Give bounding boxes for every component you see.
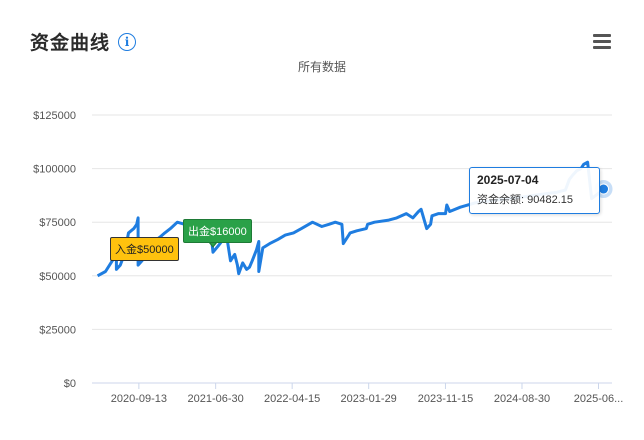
x-tick-label: 2020-09-13 bbox=[111, 393, 167, 405]
tooltip-balance-value: 90482.15 bbox=[527, 194, 574, 206]
equity-curve-chart: $0 $25000 $50000 $75000 $100000 $125000 2020-0… bbox=[33, 110, 624, 405]
y-tick-label: $125000 bbox=[33, 110, 76, 122]
withdraw-flag[interactable]: 出金$16000 bbox=[183, 219, 252, 243]
tooltip-balance-row: 资金余额: 90482.15 bbox=[477, 191, 599, 207]
y-tick-label: $0 bbox=[64, 378, 76, 390]
deposit-flag[interactable]: 入金$50000 bbox=[110, 237, 179, 261]
x-tick-label: 2023-11-15 bbox=[418, 393, 473, 405]
chart-tooltip: 2025-07-04 资金余额: 90482.15 bbox=[469, 167, 600, 214]
y-tick-label: $25000 bbox=[39, 324, 76, 336]
tooltip-balance-label: 资金余额: bbox=[477, 194, 525, 206]
x-tick-label: 2025-06... bbox=[574, 393, 624, 405]
x-tick-label: 2022-04-15 bbox=[264, 393, 320, 405]
y-tick-label: $75000 bbox=[39, 217, 76, 229]
tooltip-date: 2025-07-04 bbox=[477, 173, 539, 187]
x-tick-label: 2021-06-30 bbox=[188, 393, 244, 405]
y-tick-label: $50000 bbox=[39, 271, 76, 283]
x-tick-label: 2024-08-30 bbox=[494, 393, 550, 405]
y-tick-label: $100000 bbox=[33, 164, 76, 176]
hover-marker-point bbox=[598, 183, 610, 195]
x-tick-label: 2023-01-29 bbox=[341, 393, 397, 405]
